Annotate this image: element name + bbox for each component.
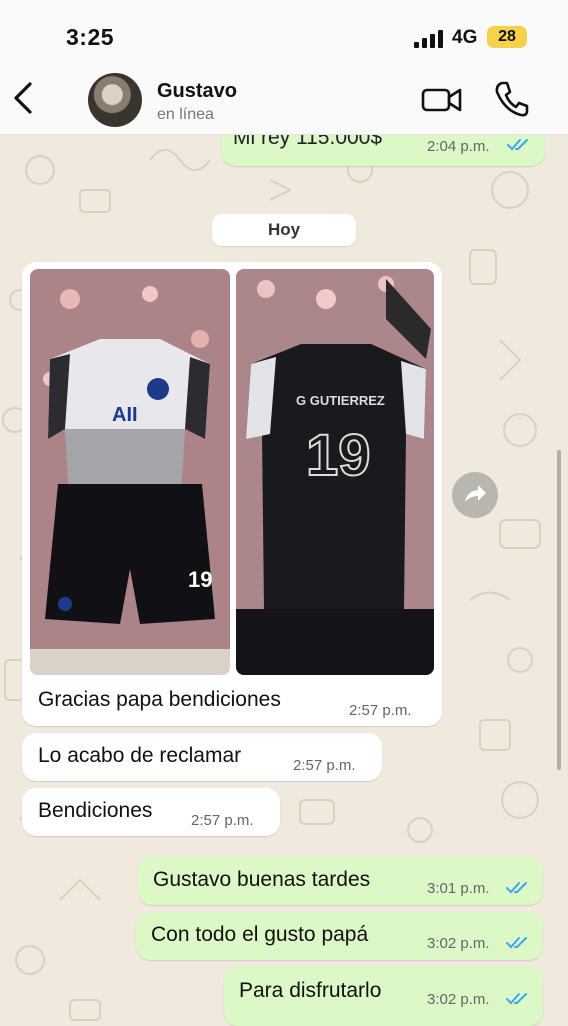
forward-button[interactable] [452,472,498,518]
message-text: Gustavo buenas tardes [153,868,371,891]
jersey-name: G GUTIERREZ [296,393,385,408]
contact-status: en línea [157,106,214,123]
message-text: Bendiciones [38,799,153,822]
photo-right[interactable]: G GUTIERREZ 19 [236,269,434,675]
message-time: 3:01 p.m. [427,880,490,897]
network-type: 4G [452,27,478,48]
back-arrow-icon[interactable] [6,76,40,120]
battery-icon: 28 [487,26,527,48]
date-separator: Hoy [212,214,356,246]
video-call-icon[interactable] [421,84,463,116]
photo-message-bubble[interactable]: AII 19 G GUTIERREZ 19 Gracias papa bendi… [22,262,442,726]
status-time: 3:25 [66,24,115,50]
message-bubble[interactable]: Gustavo buenas tardes 3:01 p.m. [138,857,543,905]
shorts-number: 19 [188,567,212,592]
message-text: Lo acabo de reclamar [38,744,242,767]
forward-icon [465,485,486,502]
message-bubble[interactable]: Con todo el gusto papá 3:02 p.m. [136,912,543,960]
jersey-sponsor-text: AII [112,404,138,426]
message-text: Con todo el gusto papá [151,923,369,946]
message-time: 2:57 p.m. [293,757,356,774]
message-time: 2:57 p.m. [349,702,412,719]
phone-icon[interactable] [493,80,529,118]
read-ticks-icon [507,139,528,151]
read-ticks-icon [506,937,527,949]
scrollbar[interactable] [557,450,561,770]
message-time: 2:04 p.m. [427,138,490,155]
message-time: 3:02 p.m. [427,991,490,1008]
message-bubble[interactable]: Lo acabo de reclamar 2:57 p.m. [22,733,382,781]
photo-left[interactable]: AII 19 [30,269,230,675]
message-bubble[interactable]: Bendiciones 2:57 p.m. [22,788,280,836]
read-ticks-icon [506,993,527,1005]
status-bar: 3:25 4G 28 [0,0,568,76]
jersey-photo-image: AII 19 [30,269,230,675]
message-text: Para disfrutarlo [239,979,382,1002]
message-time: 2:57 p.m. [191,812,254,829]
avatar[interactable] [88,73,142,127]
read-ticks-icon [506,882,527,894]
jersey-number: 19 [306,423,371,488]
chat-header-overlay: Gustavo en línea [0,66,568,135]
contact-name[interactable]: Gustavo [157,80,237,103]
message-bubble[interactable]: Para disfrutarlo 3:02 p.m. [224,966,543,1026]
signal-icon [414,30,443,48]
message-time: 3:02 p.m. [427,935,490,952]
jersey-back-photo-image: G GUTIERREZ 19 [236,269,434,675]
message-text: Gracias papa bendiciones [38,688,281,711]
